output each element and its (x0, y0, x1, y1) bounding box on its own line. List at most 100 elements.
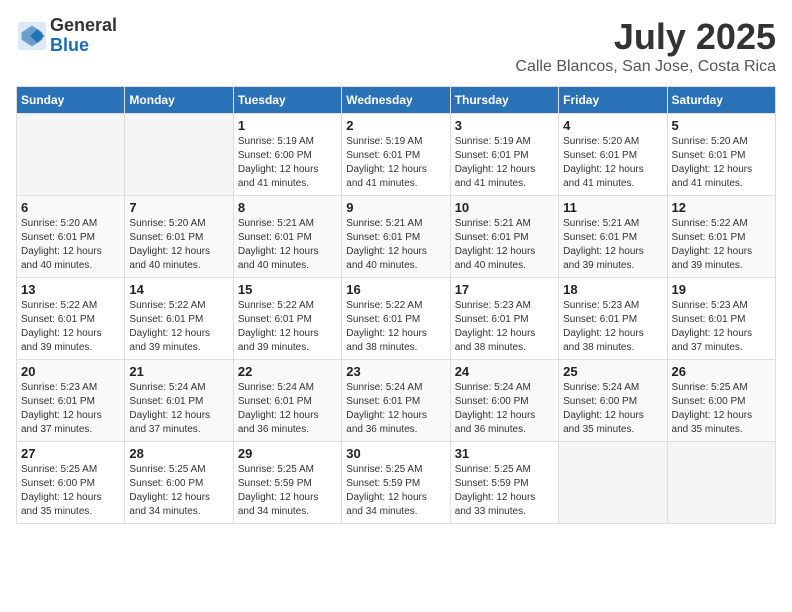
day-info: Sunrise: 5:25 AMSunset: 5:59 PMDaylight:… (455, 463, 554, 519)
day-info: Sunrise: 5:20 AMSunset: 6:01 PMDaylight:… (563, 135, 662, 191)
day-number: 24 (455, 364, 554, 379)
day-info: Sunrise: 5:23 AMSunset: 6:01 PMDaylight:… (672, 299, 771, 355)
day-number: 29 (238, 446, 337, 461)
calendar-cell: 21Sunrise: 5:24 AMSunset: 6:01 PMDayligh… (125, 360, 233, 442)
calendar-cell: 18 Sunrise: 5:23 AMSunset: 6:01 PMDayligh… (559, 278, 667, 360)
day-info: Sunrise: 5:25 AMSunset: 5:59 PMDaylight:… (238, 463, 337, 519)
day-info: Sunrise: 5:19 AMSunset: 6:01 PMDaylight:… (346, 135, 445, 191)
calendar-header-thursday: Thursday (450, 87, 558, 114)
day-info: Sunrise: 5:24 AMSunset: 6:00 PMDaylight:… (455, 381, 554, 437)
calendar-cell (559, 442, 667, 524)
logo: General Blue (16, 16, 117, 56)
calendar-header-saturday: Saturday (667, 87, 775, 114)
day-number: 1 (238, 118, 337, 133)
day-info: Sunrise: 5:21 AMSunset: 6:01 PMDaylight:… (238, 217, 337, 273)
calendar-cell: 22 Sunrise: 5:24 AMSunset: 6:01 PMDayligh… (233, 360, 341, 442)
calendar-cell (17, 114, 125, 196)
day-number: 31 (455, 446, 554, 461)
header: General Blue July 2025 Calle Blancos, Sa… (16, 16, 776, 76)
day-info: Sunrise: 5:24 AMSunset: 6:01 PMDaylight:… (346, 381, 445, 437)
calendar-header-tuesday: Tuesday (233, 87, 341, 114)
calendar-table: SundayMondayTuesdayWednesdayThursdayFrid… (16, 86, 776, 524)
calendar-header-monday: Monday (125, 87, 233, 114)
calendar-week-row: 1 Sunrise: 5:19 AMSunset: 6:00 PMDaylight… (17, 114, 776, 196)
day-number: 28 (129, 446, 228, 461)
calendar-cell: 5 Sunrise: 5:20 AMSunset: 6:01 PMDaylight… (667, 114, 775, 196)
day-number: 16 (346, 282, 445, 297)
location: Calle Blancos, San Jose, Costa Rica (515, 58, 776, 76)
day-info: Sunrise: 5:24 AMSunset: 6:01 PMDaylight:… (129, 381, 228, 437)
logo-blue: Blue (50, 36, 117, 56)
calendar-cell: 9Sunrise: 5:21 AMSunset: 6:01 PMDaylight… (342, 196, 450, 278)
calendar-cell: 4 Sunrise: 5:20 AMSunset: 6:01 PMDaylight… (559, 114, 667, 196)
day-info: Sunrise: 5:22 AMSunset: 6:01 PMDaylight:… (129, 299, 228, 355)
day-number: 25 (563, 364, 662, 379)
day-number: 26 (672, 364, 771, 379)
day-info: Sunrise: 5:22 AMSunset: 6:01 PMDaylight:… (346, 299, 445, 355)
day-number: 15 (238, 282, 337, 297)
calendar-header-sunday: Sunday (17, 87, 125, 114)
day-number: 10 (455, 200, 554, 215)
calendar-cell: 29 Sunrise: 5:25 AMSunset: 5:59 PMDayligh… (233, 442, 341, 524)
calendar-header-wednesday: Wednesday (342, 87, 450, 114)
day-info: Sunrise: 5:22 AMSunset: 6:01 PMDaylight:… (238, 299, 337, 355)
calendar-cell: 17 Sunrise: 5:23 AMSunset: 6:01 PMDayligh… (450, 278, 558, 360)
calendar-cell: 6Sunrise: 5:20 AMSunset: 6:01 PMDaylight… (17, 196, 125, 278)
calendar-cell: 10 Sunrise: 5:21 AMSunset: 6:01 PMDayligh… (450, 196, 558, 278)
day-info: Sunrise: 5:23 AMSunset: 6:01 PMDaylight:… (563, 299, 662, 355)
day-number: 18 (563, 282, 662, 297)
calendar-cell: 2 Sunrise: 5:19 AMSunset: 6:01 PMDaylight… (342, 114, 450, 196)
calendar-week-row: 13 Sunrise: 5:22 AMSunset: 6:01 PMDayligh… (17, 278, 776, 360)
day-number: 30 (346, 446, 445, 461)
calendar-cell: 31 Sunrise: 5:25 AMSunset: 5:59 PMDayligh… (450, 442, 558, 524)
calendar-cell: 13 Sunrise: 5:22 AMSunset: 6:01 PMDayligh… (17, 278, 125, 360)
calendar-cell: 23Sunrise: 5:24 AMSunset: 6:01 PMDayligh… (342, 360, 450, 442)
day-info: Sunrise: 5:21 AMSunset: 6:01 PMDaylight:… (563, 217, 662, 273)
calendar-cell: 26 Sunrise: 5:25 AMSunset: 6:00 PMDayligh… (667, 360, 775, 442)
logo-icon (18, 22, 46, 50)
day-number: 5 (672, 118, 771, 133)
calendar-week-row: 27 Sunrise: 5:25 AMSunset: 6:00 PMDayligh… (17, 442, 776, 524)
day-info: Sunrise: 5:24 AMSunset: 6:00 PMDaylight:… (563, 381, 662, 437)
day-info: Sunrise: 5:22 AMSunset: 6:01 PMDaylight:… (672, 217, 771, 273)
day-info: Sunrise: 5:21 AMSunset: 6:01 PMDaylight:… (455, 217, 554, 273)
logo-text-stack: General Blue (50, 16, 117, 56)
day-info: Sunrise: 5:23 AMSunset: 6:01 PMDaylight:… (455, 299, 554, 355)
day-number: 19 (672, 282, 771, 297)
day-number: 13 (21, 282, 120, 297)
day-number: 7 (129, 200, 228, 215)
day-number: 27 (21, 446, 120, 461)
calendar-cell: 25 Sunrise: 5:24 AMSunset: 6:00 PMDayligh… (559, 360, 667, 442)
day-number: 3 (455, 118, 554, 133)
calendar-cell: 12 Sunrise: 5:22 AMSunset: 6:01 PMDayligh… (667, 196, 775, 278)
day-number: 12 (672, 200, 771, 215)
month-year: July 2025 (515, 16, 776, 58)
calendar-cell: 28 Sunrise: 5:25 AMSunset: 6:00 PMDayligh… (125, 442, 233, 524)
day-info: Sunrise: 5:25 AMSunset: 6:00 PMDaylight:… (21, 463, 120, 519)
calendar-cell: 14Sunrise: 5:22 AMSunset: 6:01 PMDayligh… (125, 278, 233, 360)
calendar-cell: 20Sunrise: 5:23 AMSunset: 6:01 PMDayligh… (17, 360, 125, 442)
calendar-cell: 3 Sunrise: 5:19 AMSunset: 6:01 PMDaylight… (450, 114, 558, 196)
day-info: Sunrise: 5:25 AMSunset: 6:00 PMDaylight:… (672, 381, 771, 437)
day-info: Sunrise: 5:24 AMSunset: 6:01 PMDaylight:… (238, 381, 337, 437)
day-info: Sunrise: 5:25 AMSunset: 6:00 PMDaylight:… (129, 463, 228, 519)
calendar-cell: 24 Sunrise: 5:24 AMSunset: 6:00 PMDayligh… (450, 360, 558, 442)
calendar-cell: 7Sunrise: 5:20 AMSunset: 6:01 PMDaylight… (125, 196, 233, 278)
day-info: Sunrise: 5:19 AMSunset: 6:00 PMDaylight:… (238, 135, 337, 191)
calendar-cell: 1 Sunrise: 5:19 AMSunset: 6:00 PMDaylight… (233, 114, 341, 196)
day-info: Sunrise: 5:22 AMSunset: 6:01 PMDaylight:… (21, 299, 120, 355)
day-number: 17 (455, 282, 554, 297)
day-info: Sunrise: 5:21 AMSunset: 6:01 PMDaylight:… (346, 217, 445, 273)
day-number: 2 (346, 118, 445, 133)
day-info: Sunrise: 5:19 AMSunset: 6:01 PMDaylight:… (455, 135, 554, 191)
day-number: 22 (238, 364, 337, 379)
day-number: 8 (238, 200, 337, 215)
day-number: 11 (563, 200, 662, 215)
day-info: Sunrise: 5:20 AMSunset: 6:01 PMDaylight:… (672, 135, 771, 191)
day-number: 4 (563, 118, 662, 133)
calendar-cell (125, 114, 233, 196)
day-info: Sunrise: 5:25 AMSunset: 5:59 PMDaylight:… (346, 463, 445, 519)
calendar-cell: 27 Sunrise: 5:25 AMSunset: 6:00 PMDayligh… (17, 442, 125, 524)
calendar-header-row: SundayMondayTuesdayWednesdayThursdayFrid… (17, 87, 776, 114)
calendar-cell: 19 Sunrise: 5:23 AMSunset: 6:01 PMDayligh… (667, 278, 775, 360)
